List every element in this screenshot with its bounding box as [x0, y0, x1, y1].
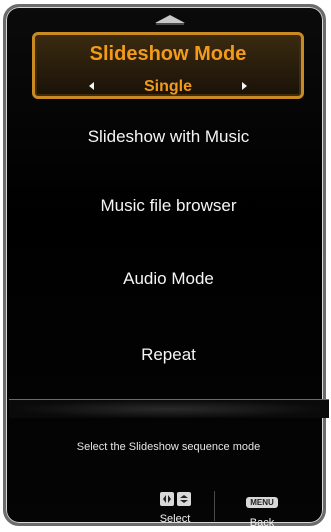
- slideshow-mode-item[interactable]: Slideshow Mode Single: [32, 32, 304, 99]
- menu-item-slideshow-with-music[interactable]: Slideshow with Music: [6, 127, 331, 147]
- menu-panel: Slideshow Mode Single Slideshow with Mus…: [3, 4, 329, 529]
- menu-key-icon: MENU: [246, 497, 278, 508]
- right-arrow-icon[interactable]: [237, 79, 251, 93]
- menu-item-music-file-browser[interactable]: Music file browser: [6, 196, 331, 216]
- scroll-up-arrow-icon[interactable]: [152, 13, 188, 25]
- back-control[interactable]: MENU Back: [232, 492, 292, 532]
- selected-item-title: Slideshow Mode: [89, 43, 247, 65]
- up-down-arrows-icon: [176, 492, 191, 506]
- selected-item-row: Single: [57, 78, 279, 96]
- footer-divider: [9, 399, 329, 418]
- menu-item-repeat[interactable]: Repeat: [6, 345, 331, 365]
- left-right-arrows-icon: [159, 492, 174, 506]
- select-control[interactable]: Select: [145, 492, 205, 532]
- menu-description: Select the Slideshow sequence mode: [76, 441, 261, 453]
- select-icon-pair: [145, 492, 205, 506]
- back-label: Back: [249, 517, 275, 529]
- select-label: Select: [159, 513, 191, 525]
- menu-item-audio-mode[interactable]: Audio Mode: [6, 269, 331, 289]
- footer-separator: [214, 491, 215, 521]
